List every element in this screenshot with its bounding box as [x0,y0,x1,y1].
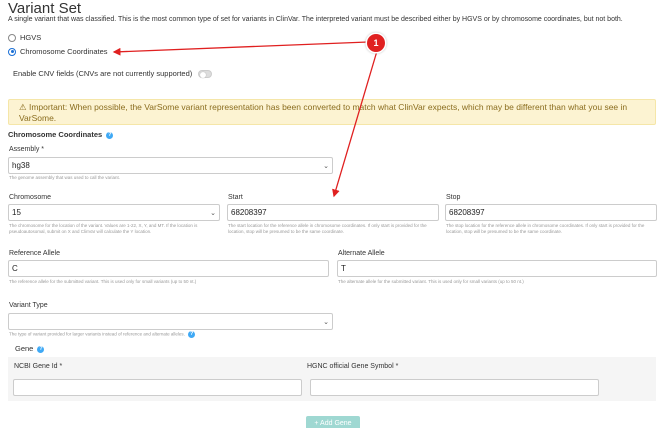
reference-allele-label: Reference Allele [9,250,60,257]
help-icon[interactable]: ? [106,131,114,139]
ncbi-gene-id-input[interactable] [13,379,302,396]
radio-hgvs[interactable] [8,33,16,42]
hgnc-symbol-label-text: HGNC official Gene Symbol [307,363,394,370]
chromosome-select-value: 15 [12,208,21,217]
alternate-allele-input[interactable]: T [337,260,657,277]
radio-chromosome-coordinates-label: Chromosome Coordinates [20,47,108,56]
annotation-marker: 1 [367,34,385,52]
reference-allele-value: C [12,264,18,273]
chevron-down-icon: ⌄ [323,318,329,326]
hgnc-symbol-input[interactable] [310,379,599,396]
gene-heading-label: Gene [15,344,34,353]
stop-input-value: 68208397 [449,208,485,217]
ncbi-gene-id-label: NCBI Gene Id * [14,363,62,370]
radio-chromosome-coordinates[interactable] [8,47,16,56]
stop-hint: The stop location for the reference alle… [446,223,645,234]
section-heading-gene: Gene ? [15,344,45,353]
alternate-allele-value: T [341,264,346,273]
page-title: Variant Set [8,0,82,17]
page-subtitle: A single variant that was classified. Th… [8,16,623,23]
chevron-down-icon: ⌄ [210,209,216,217]
reference-allele-input[interactable]: C [8,260,329,277]
variant-type-label: Variant Type [9,302,48,309]
add-gene-button[interactable]: + Add Gene [306,416,360,428]
chromosome-select[interactable]: 15 ⌄ [8,204,220,221]
cnv-toggle-switch[interactable] [198,70,213,79]
radio-chromosome-coordinates-row[interactable]: Chromosome Coordinates [8,47,108,56]
assembly-label-text: Assembly [9,146,40,153]
hgnc-symbol-label: HGNC official Gene Symbol * [307,363,398,370]
radio-hgvs-row[interactable]: HGVS [8,33,41,42]
alternate-allele-label: Alternate Allele [338,250,385,257]
ncbi-gene-id-label-text: NCBI Gene Id [14,363,58,370]
required-mark: * [41,146,45,153]
reference-allele-hint: The reference allele for the submitted v… [9,279,197,284]
assembly-select[interactable]: hg38 ⌄ [8,157,333,174]
chromosome-label: Chromosome [9,194,52,201]
stop-input[interactable]: 68208397 [445,204,657,221]
alternate-allele-hint: The alternate allele for the submitted v… [338,279,524,284]
section-heading-chromosome-coordinates: Chromosome Coordinates ? [8,130,114,139]
variant-type-hint: The type of variant provided for larger … [9,331,196,338]
chevron-down-icon: ⌄ [323,162,329,170]
alert-text: ⚠ Important: When possible, the VarSome … [19,101,628,123]
required-mark: * [395,363,399,370]
required-mark: * [59,363,63,370]
stop-label: Stop [446,194,461,201]
important-alert: ⚠ Important: When possible, the VarSome … [8,99,656,125]
cnv-toggle-label: Enable CNV fields (CNVs are not currentl… [13,69,193,78]
start-label: Start [228,194,243,201]
assembly-label: Assembly * [9,146,44,153]
cnv-toggle-row: Enable CNV fields (CNVs are not currentl… [13,69,213,79]
section-heading-label: Chromosome Coordinates [8,130,103,139]
help-icon[interactable]: ? [37,345,45,353]
chromosome-hint: The chromosome for the location of the v… [9,223,198,234]
assembly-hint: The genome assembly that was used to cal… [9,175,121,180]
start-input-value: 68208397 [231,208,267,217]
start-input[interactable]: 68208397 [227,204,439,221]
variant-type-hint-text: The type of variant provided for larger … [9,331,185,337]
annotation-arrow-to-radio [112,41,369,56]
start-hint: The start location for the reference all… [228,223,427,234]
radio-hgvs-label: HGVS [20,33,42,42]
assembly-select-value: hg38 [12,161,30,170]
help-icon[interactable]: ? [188,331,196,338]
variant-type-select[interactable]: ⌄ [8,313,333,330]
